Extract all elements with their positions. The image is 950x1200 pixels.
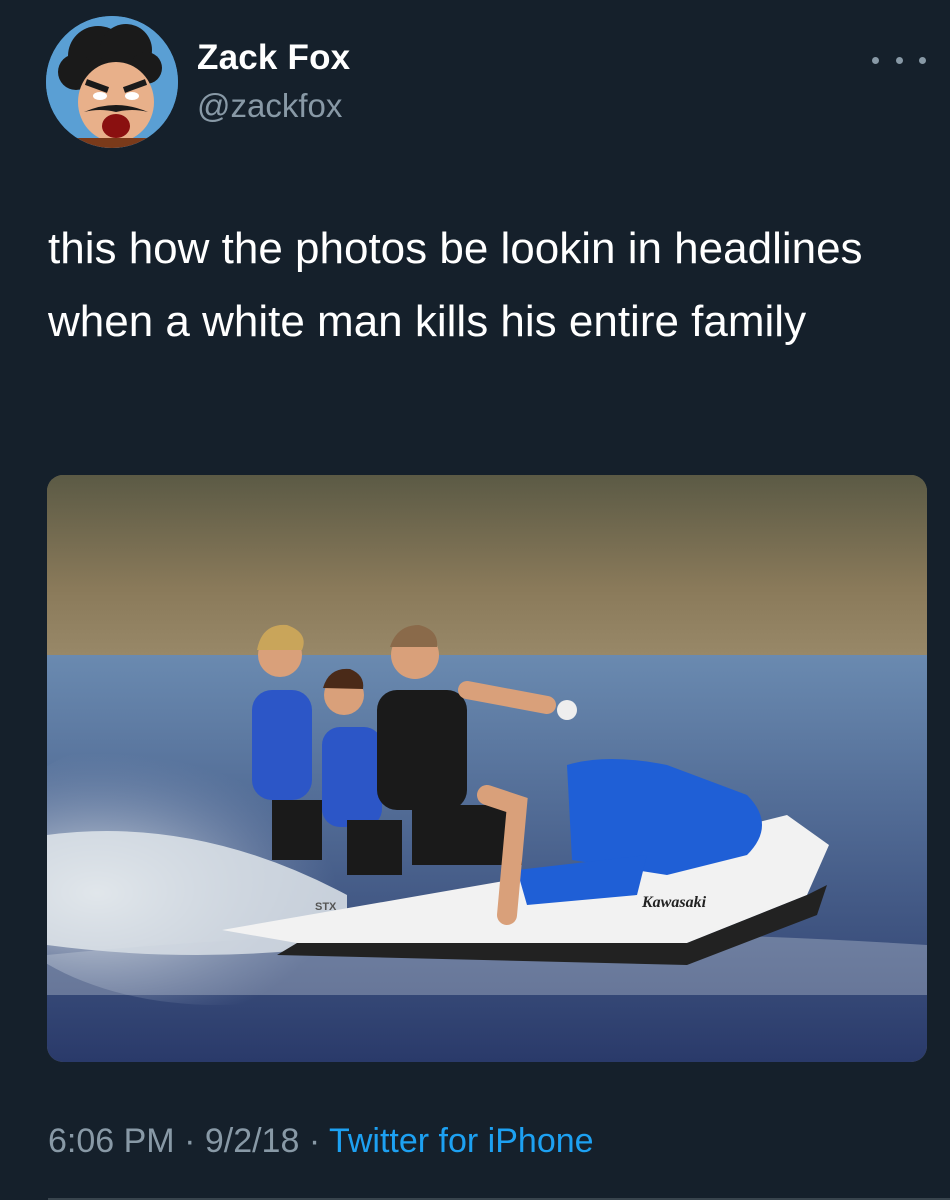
more-dot xyxy=(872,56,879,64)
tweet-time[interactable]: 6:06 PM xyxy=(48,1122,175,1160)
tweet-media-photo[interactable]: Kawasaki STX xyxy=(47,475,927,1062)
hull-brand-text: Kawasaki xyxy=(641,894,707,911)
avatar-cartoon-icon xyxy=(46,16,178,148)
jet-ski-photo: Kawasaki STX xyxy=(47,475,927,1062)
tweet-meta: 6:06 PM · 9/2/18 · Twitter for iPhone xyxy=(48,1122,594,1161)
author-display-name[interactable]: Zack Fox xyxy=(197,38,350,78)
author-avatar[interactable] xyxy=(46,16,178,148)
meta-separator: · xyxy=(174,1122,205,1160)
more-dot xyxy=(895,56,903,64)
more-options-icon[interactable] xyxy=(872,50,926,70)
tweet-source-link[interactable]: Twitter for iPhone xyxy=(329,1122,594,1160)
tweet-date[interactable]: 9/2/18 xyxy=(205,1122,300,1160)
tweet-text: this how the photos be lookin in headlin… xyxy=(48,224,863,346)
author-handle[interactable]: @zackfox xyxy=(197,87,342,125)
model-text: STX xyxy=(315,901,337,913)
more-dot xyxy=(919,56,926,64)
meta-separator: · xyxy=(299,1122,329,1160)
